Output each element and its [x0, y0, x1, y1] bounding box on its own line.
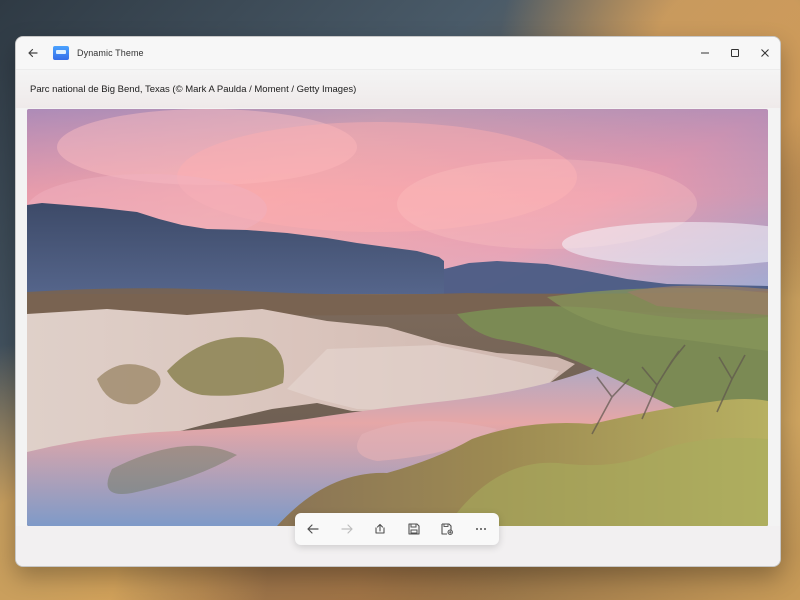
maximize-button[interactable]	[720, 37, 750, 69]
share-icon	[375, 523, 385, 534]
arrow-left-icon	[307, 524, 319, 534]
wallpaper-preview-image	[27, 109, 768, 526]
landscape-image	[27, 109, 768, 526]
window-title: Dynamic Theme	[77, 48, 144, 58]
more-icon	[475, 528, 486, 530]
close-icon	[761, 49, 769, 57]
share-button[interactable]	[368, 517, 392, 541]
maximize-icon	[731, 49, 739, 57]
more-options-button[interactable]	[469, 517, 493, 541]
save-button[interactable]	[402, 517, 426, 541]
back-button[interactable]	[19, 39, 47, 67]
app-icon	[53, 46, 69, 60]
minimize-icon	[701, 52, 709, 54]
back-button[interactable]	[301, 517, 325, 541]
save-as-button[interactable]	[435, 517, 459, 541]
app-window: Dynamic Theme Parc national de Big Bend,…	[15, 36, 781, 567]
arrow-right-icon	[340, 524, 353, 534]
caption-bar: Parc national de Big Bend, Texas (© Mark…	[16, 69, 780, 108]
window-controls	[690, 37, 780, 69]
image-caption: Parc national de Big Bend, Texas (© Mark…	[30, 83, 357, 95]
forward-button[interactable]	[335, 517, 359, 541]
back-icon	[28, 48, 38, 58]
save-as-icon	[441, 523, 454, 535]
minimize-button[interactable]	[690, 37, 720, 69]
close-button[interactable]	[750, 37, 780, 69]
image-toolbar	[295, 513, 499, 545]
titlebar: Dynamic Theme	[16, 37, 780, 69]
save-icon	[408, 523, 420, 535]
